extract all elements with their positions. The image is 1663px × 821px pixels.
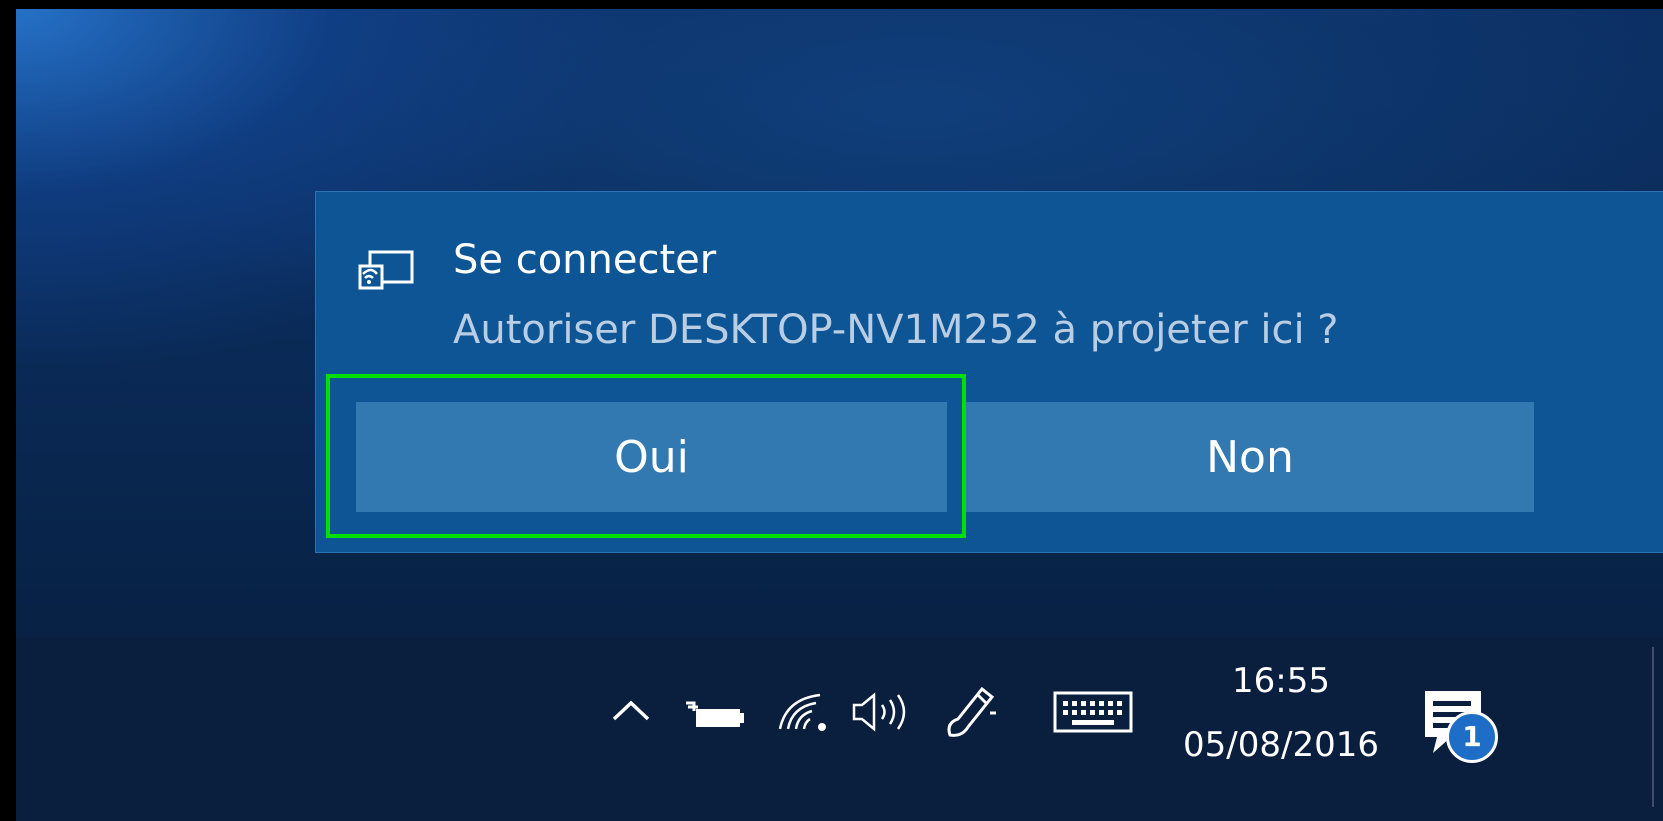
toast-title: Se connecter xyxy=(453,237,717,283)
notification-count-badge: 1 xyxy=(1446,711,1498,763)
pen-icon[interactable] xyxy=(942,683,998,739)
taskbar: 16:55 05/08/2016 1 xyxy=(16,637,1663,821)
no-button[interactable]: Non xyxy=(966,402,1534,512)
show-desktop-button[interactable] xyxy=(1652,647,1654,807)
volume-icon[interactable] xyxy=(850,689,914,735)
desktop: Se connecter Autoriser DESKTOP-NV1M252 à… xyxy=(16,9,1663,821)
connect-toast-notification[interactable]: Se connecter Autoriser DESKTOP-NV1M252 à… xyxy=(315,191,1663,553)
yes-button[interactable]: Oui xyxy=(356,402,947,512)
chevron-up-icon[interactable] xyxy=(608,695,654,727)
battery-icon[interactable] xyxy=(684,701,746,731)
clock-date[interactable]: 05/08/2016 xyxy=(1166,721,1396,769)
wifi-icon[interactable] xyxy=(776,689,830,735)
project-to-pc-icon xyxy=(358,250,414,290)
touch-keyboard-icon[interactable] xyxy=(1053,691,1133,733)
toast-message: Autoriser DESKTOP-NV1M252 à projeter ici… xyxy=(453,307,1339,353)
clock-time[interactable]: 16:55 xyxy=(1166,657,1396,705)
